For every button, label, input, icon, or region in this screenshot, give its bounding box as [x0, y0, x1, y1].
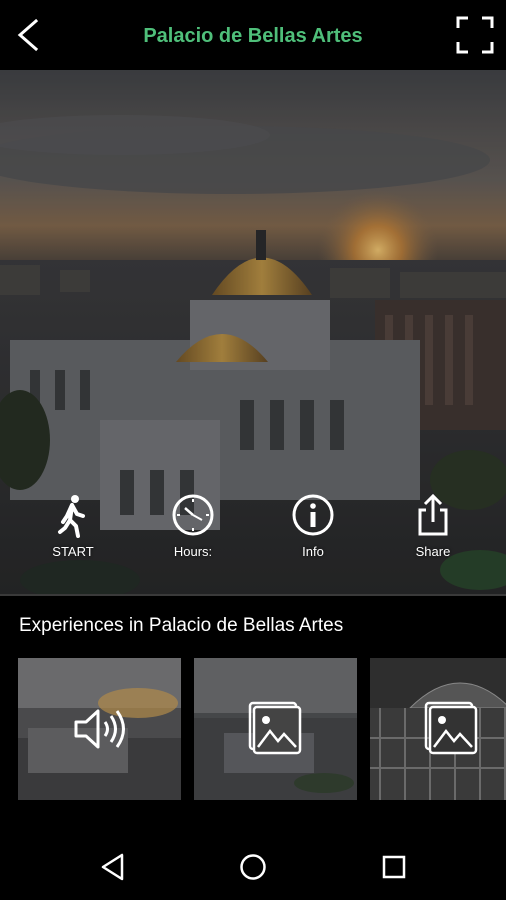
experience-card-audio[interactable] — [18, 658, 181, 800]
app-bar: Palacio de Bellas Artes — [0, 0, 506, 70]
fullscreen-icon — [456, 16, 494, 54]
info-label: Info — [302, 544, 324, 559]
page-title: Palacio de Bellas Artes — [143, 25, 363, 47]
walking-person-icon — [58, 495, 85, 538]
image-gallery-icon — [424, 701, 477, 755]
start-button[interactable]: START — [28, 492, 118, 559]
start-label: START — [52, 544, 94, 559]
info-button[interactable]: Info — [268, 492, 358, 559]
experiences-title: Experiences in Palacio de Bellas Artes — [19, 615, 344, 636]
nav-recents-icon — [382, 855, 406, 879]
nav-back-button[interactable] — [96, 850, 130, 884]
experience-card-gallery-2[interactable] — [370, 658, 506, 800]
experience-card-gallery-1[interactable] — [194, 658, 357, 800]
nav-home-button[interactable] — [236, 850, 270, 884]
divider — [0, 594, 506, 596]
experiences-carousel[interactable] — [18, 658, 506, 800]
hero-image: START Hours: Info Share — [0, 70, 506, 594]
action-bar: START Hours: Info Share — [0, 493, 506, 594]
speaker-icon — [74, 709, 125, 749]
image-gallery-icon — [248, 701, 301, 755]
hours-label: Hours: — [173, 544, 213, 559]
nav-recents-button[interactable] — [377, 850, 411, 884]
share-button[interactable]: Share — [388, 492, 478, 559]
fullscreen-button[interactable] — [454, 14, 496, 56]
nav-home-icon — [240, 854, 266, 880]
share-icon — [418, 493, 448, 536]
system-navigation-bar — [0, 830, 506, 900]
clock-icon — [172, 494, 214, 536]
hours-button[interactable]: Hours: — [148, 492, 238, 559]
info-icon — [292, 494, 334, 536]
share-label: Share — [415, 544, 451, 559]
nav-back-icon — [101, 853, 124, 881]
